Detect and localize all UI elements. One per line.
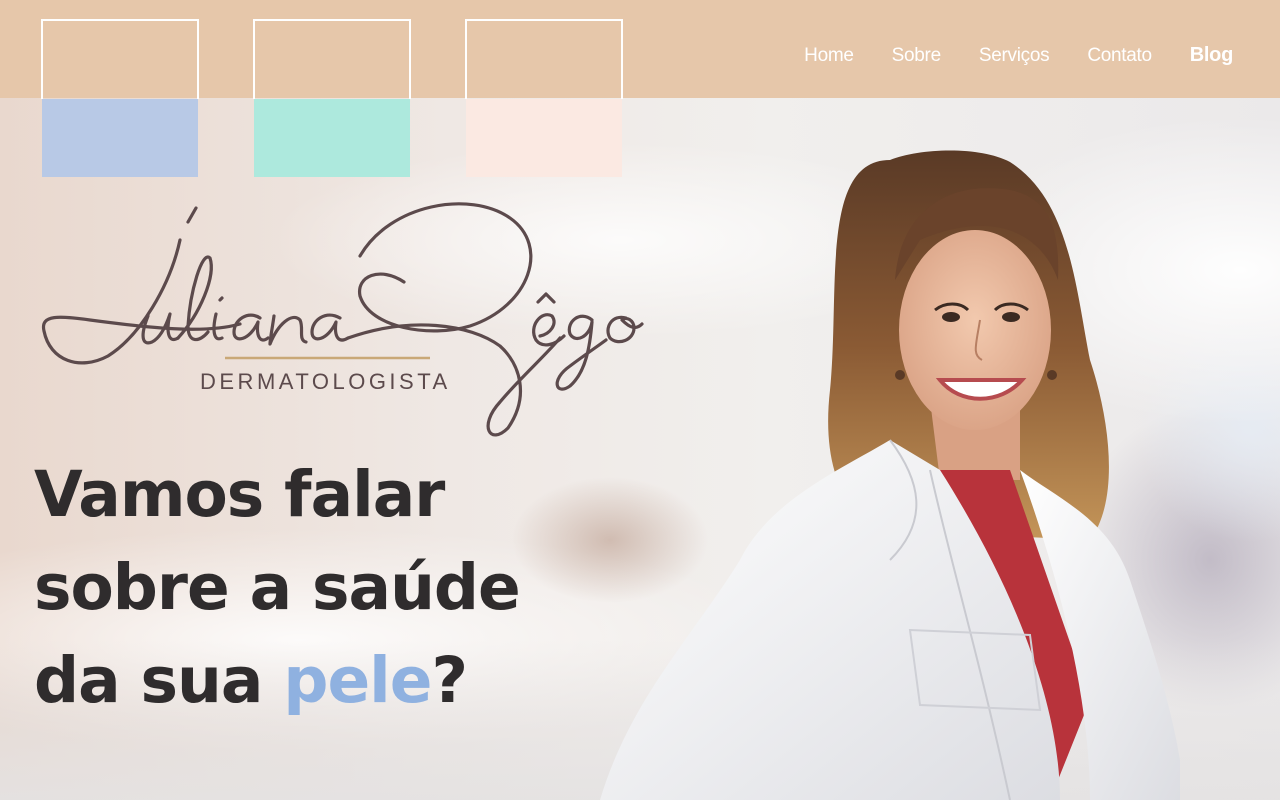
swatch-fill bbox=[42, 99, 198, 177]
color-swatch-mint bbox=[253, 19, 411, 177]
nav-blog[interactable]: Blog bbox=[1190, 44, 1234, 67]
headline-highlight: pele bbox=[283, 644, 432, 717]
nav-sobre[interactable]: Sobre bbox=[892, 45, 942, 67]
headline-line-3-end: ? bbox=[431, 644, 469, 717]
nav-contato[interactable]: Contato bbox=[1087, 45, 1152, 67]
swatch-fill bbox=[254, 99, 410, 177]
nav-servicos[interactable]: Serviços bbox=[979, 45, 1050, 67]
swatch-outline bbox=[465, 19, 623, 99]
headline-line-1: Vamos falar bbox=[34, 458, 445, 531]
swatch-outline bbox=[253, 19, 411, 99]
headline-line-2: sobre a saúde bbox=[34, 551, 521, 624]
main-nav: Home Sobre Serviços Contato Blog bbox=[804, 44, 1233, 67]
logo-signature bbox=[41, 202, 644, 437]
headline-line-3-start: da sua bbox=[34, 644, 284, 717]
swatch-outline bbox=[41, 19, 199, 99]
color-swatch-blue bbox=[41, 19, 199, 177]
doctor-portrait bbox=[600, 150, 1180, 800]
nav-home[interactable]: Home bbox=[804, 45, 854, 67]
logo-subtitle: DERMATOLOGISTA bbox=[200, 369, 451, 394]
hero-headline: Vamos falar sobre a saúde da sua pele? bbox=[34, 448, 594, 727]
